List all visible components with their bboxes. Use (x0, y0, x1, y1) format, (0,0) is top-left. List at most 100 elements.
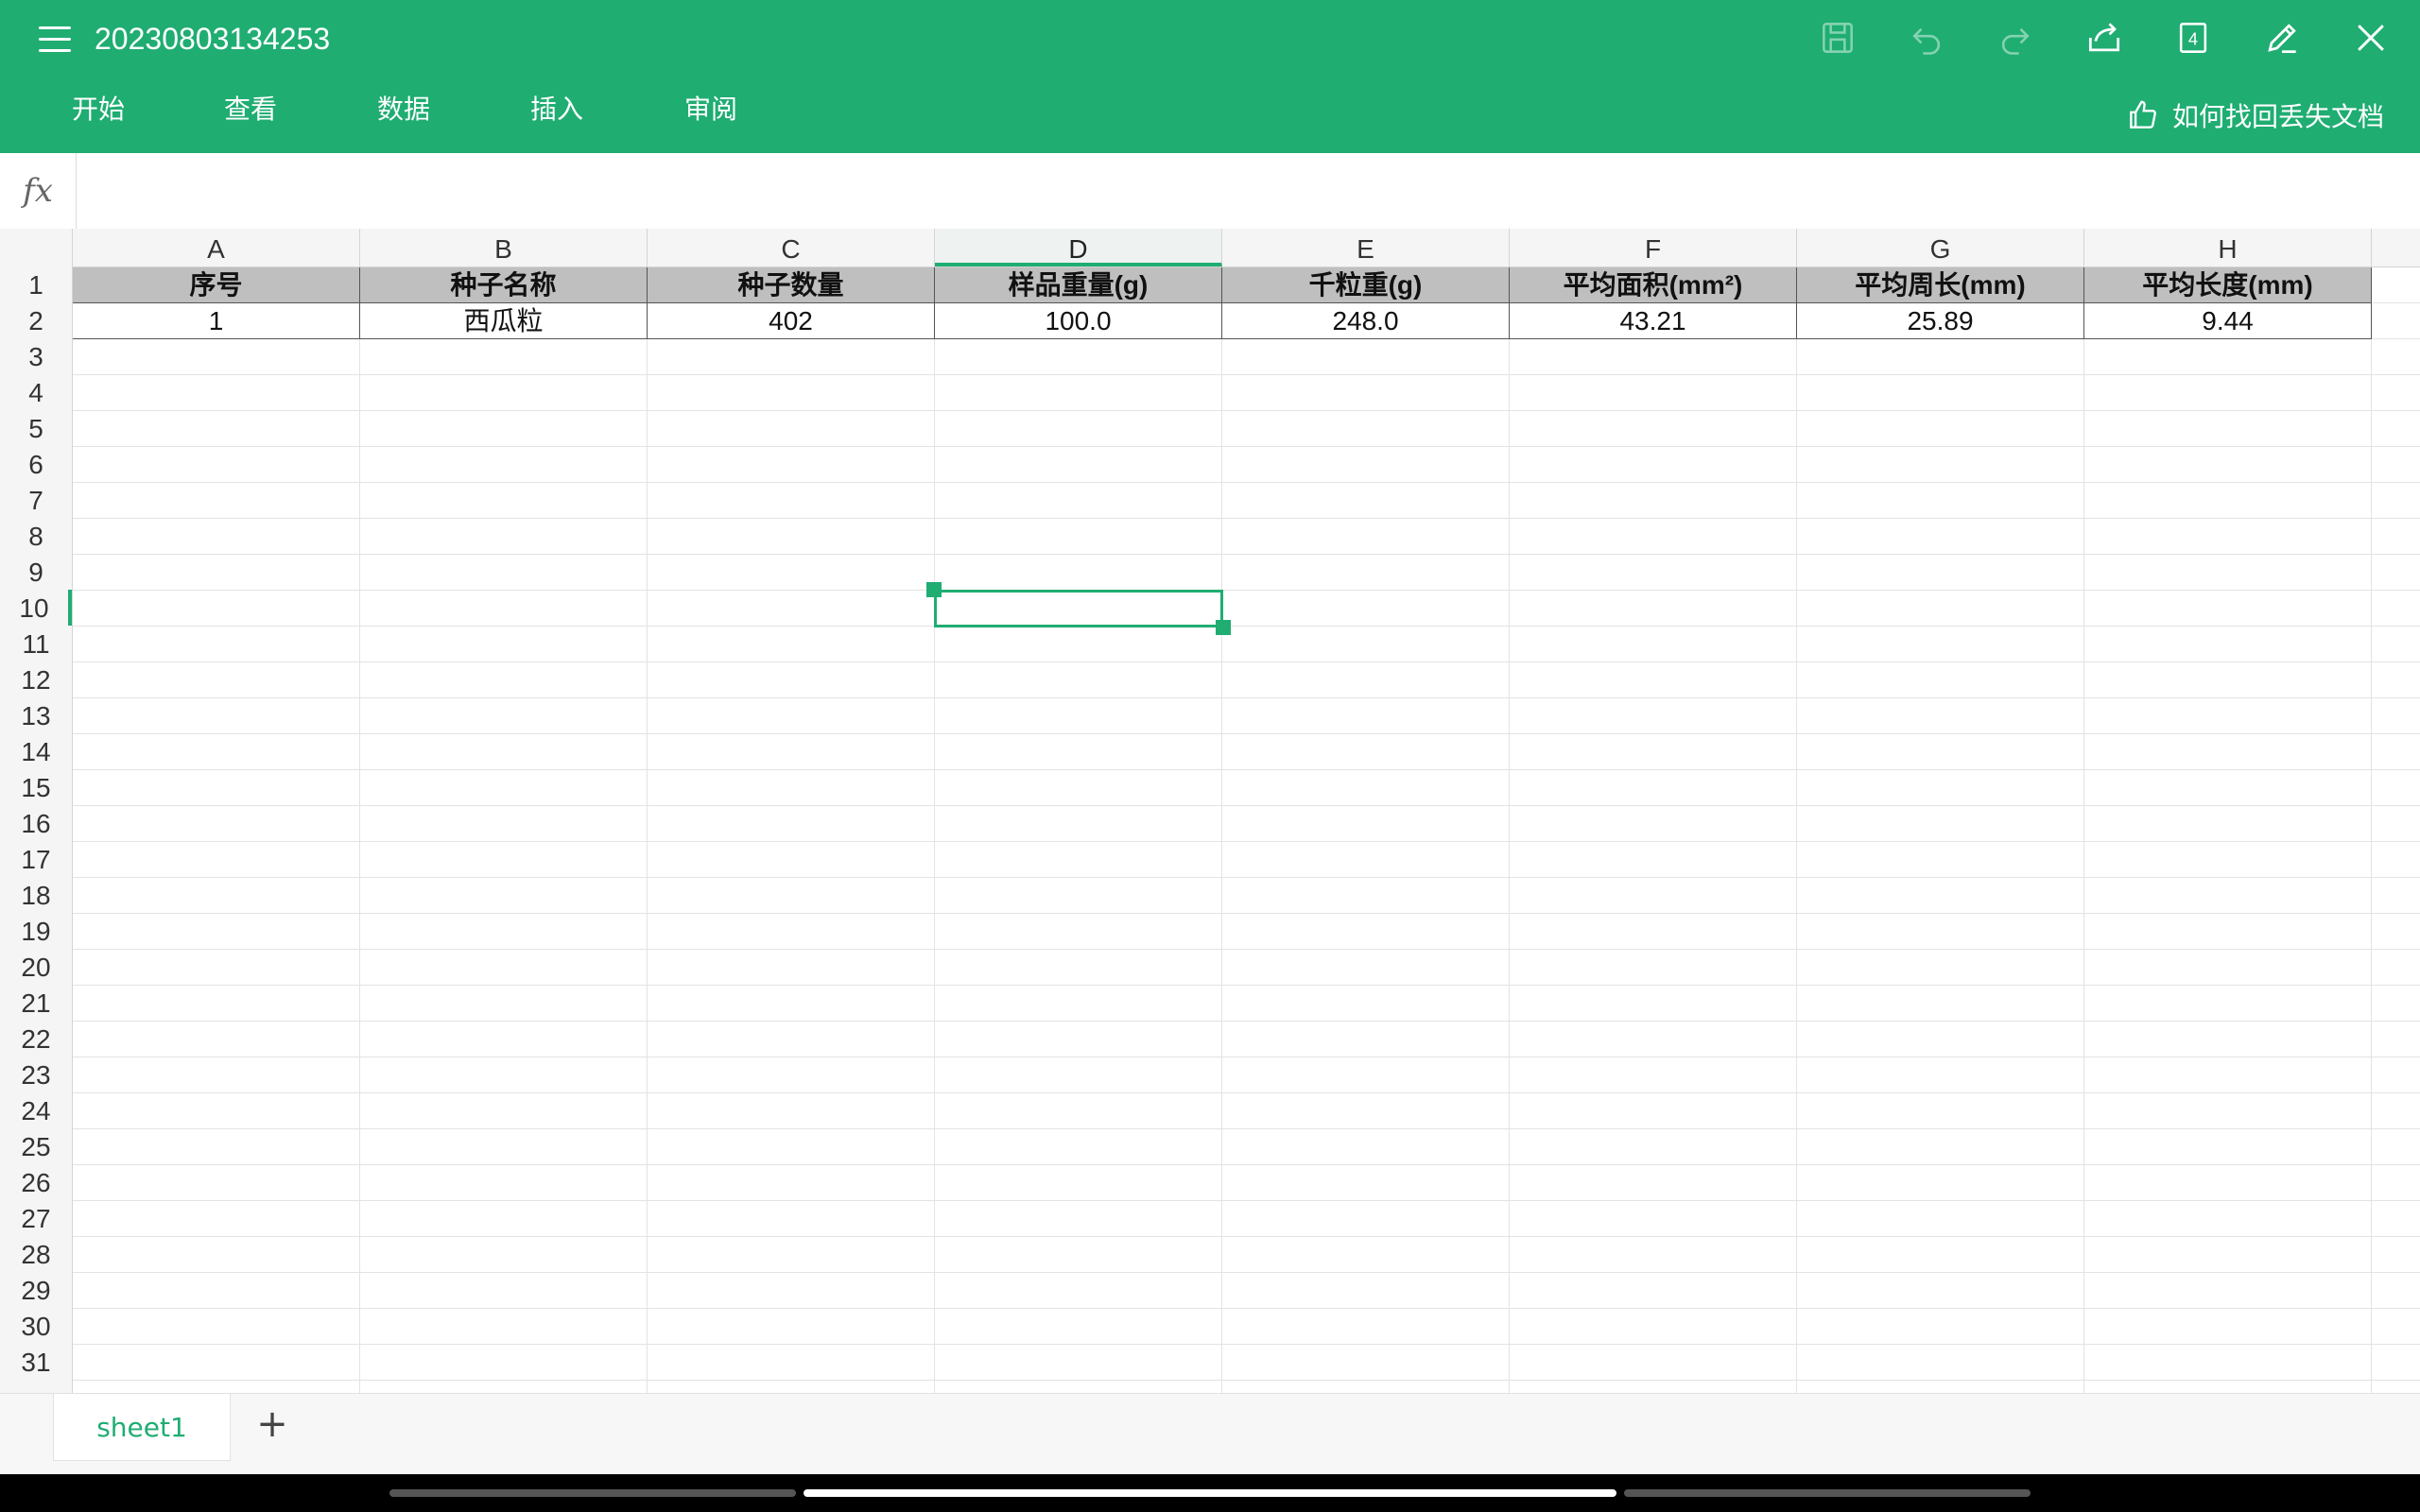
row-header-10[interactable]: 10 (0, 590, 72, 626)
cell-c1[interactable]: 种子数量 (648, 267, 935, 303)
row-header-8[interactable]: 8 (0, 518, 72, 554)
cell-a2[interactable]: 1 (73, 303, 360, 339)
cell-grid[interactable]: 序号 种子名称 种子数量 样品重量(g) 千粒重(g) 平均面积(mm²) 平均… (73, 267, 2420, 1393)
row-gridline (73, 590, 2420, 591)
row-header-7[interactable]: 7 (0, 482, 72, 518)
row-header-22[interactable]: 22 (0, 1021, 72, 1057)
row-gridline (73, 1092, 2420, 1093)
cell-d2[interactable]: 100.0 (935, 303, 1222, 339)
row-header-12[interactable]: 12 (0, 662, 72, 697)
column-header-c[interactable]: C (648, 229, 935, 266)
cell-b2[interactable]: 西瓜粒 (360, 303, 648, 339)
row-header-1[interactable]: 1 (0, 266, 72, 302)
cell-f1[interactable]: 平均面积(mm²) (1510, 267, 1797, 303)
row-header-17[interactable]: 17 (0, 841, 72, 877)
sheet-tab-sheet1[interactable]: sheet1 (53, 1394, 231, 1461)
row-headers: 1 2 3 4 5 6 7 8 9 10 11 12 13 14 15 16 17 18 19 20 21 22 23 24 2… (0, 266, 73, 1393)
column-header-a[interactable]: A (73, 229, 360, 266)
row-gridline (73, 985, 2420, 986)
row-header-16[interactable]: 16 (0, 805, 72, 841)
tab-start[interactable]: 开始 (72, 91, 125, 129)
column-headers: A B C D E F G H (0, 229, 2420, 267)
undo-icon[interactable] (1904, 15, 1949, 60)
row-header-23[interactable]: 23 (0, 1057, 72, 1092)
cell-f2[interactable]: 43.21 (1510, 303, 1797, 339)
nav-segment-right (1624, 1489, 2031, 1497)
column-header-e[interactable]: E (1222, 229, 1510, 266)
cell-g2[interactable]: 25.89 (1797, 303, 2084, 339)
cell-g1[interactable]: 平均周长(mm) (1797, 267, 2084, 303)
column-gridline (1221, 267, 1222, 1393)
tab-review[interactable]: 审阅 (684, 91, 737, 129)
column-gridline (647, 267, 648, 1393)
row-header-26[interactable]: 26 (0, 1164, 72, 1200)
row-header-13[interactable]: 13 (0, 697, 72, 733)
row-gridline (73, 733, 2420, 734)
fx-label: fx (0, 153, 77, 229)
home-indicator[interactable] (804, 1489, 1616, 1497)
row-header-2[interactable]: 2 (0, 302, 72, 338)
selection-end-handle[interactable] (1216, 620, 1231, 635)
row-header-29[interactable]: 29 (0, 1272, 72, 1308)
cell-e1[interactable]: 千粒重(g) (1222, 267, 1510, 303)
row-header-11[interactable]: 11 (0, 626, 72, 662)
row-header-4[interactable]: 4 (0, 374, 72, 410)
row-header-6[interactable]: 6 (0, 446, 72, 482)
row-header-20[interactable]: 20 (0, 949, 72, 985)
select-all-corner[interactable] (0, 229, 73, 266)
window-count-icon[interactable]: 4 (2170, 15, 2216, 60)
row-gridline (73, 1308, 2420, 1309)
row-header-31[interactable]: 31 (0, 1344, 72, 1380)
nav-segment-left (389, 1489, 796, 1497)
column-header-d[interactable]: D (935, 229, 1222, 266)
row-header-30[interactable]: 30 (0, 1308, 72, 1344)
row-header-15[interactable]: 15 (0, 769, 72, 805)
tab-data[interactable]: 数据 (377, 91, 430, 129)
recover-docs-link[interactable]: 如何找回丢失文档 (2125, 94, 2384, 136)
selected-cell-d10[interactable] (934, 590, 1223, 627)
column-header-f[interactable]: F (1510, 229, 1797, 266)
tab-insert[interactable]: 插入 (530, 91, 583, 129)
row-header-21[interactable]: 21 (0, 985, 72, 1021)
row-header-24[interactable]: 24 (0, 1092, 72, 1128)
row-header-9[interactable]: 9 (0, 554, 72, 590)
row-header-5[interactable]: 5 (0, 410, 72, 446)
edit-icon[interactable] (2259, 15, 2305, 60)
cell-e2[interactable]: 248.0 (1222, 303, 1510, 339)
row-gridline (73, 769, 2420, 770)
cell-h2[interactable]: 9.44 (2084, 303, 2372, 339)
row-gridline (73, 913, 2420, 914)
spreadsheet-grid: A B C D E F G H 1 2 3 4 5 6 7 8 9 10 11 12 13 14 15 16 1… (0, 229, 2420, 1393)
row-gridline (73, 1021, 2420, 1022)
selection-start-handle[interactable] (926, 582, 942, 597)
row-gridline (73, 554, 2420, 555)
column-header-g[interactable]: G (1797, 229, 2084, 266)
column-header-b[interactable]: B (360, 229, 648, 266)
row-gridline (73, 841, 2420, 842)
row-gridline (73, 518, 2420, 519)
cell-c2[interactable]: 402 (648, 303, 935, 339)
row-header-3[interactable]: 3 (0, 338, 72, 374)
cell-h1[interactable]: 平均长度(mm) (2084, 267, 2372, 303)
row-header-25[interactable]: 25 (0, 1128, 72, 1164)
row-gridline (73, 1164, 2420, 1165)
row-header-14[interactable]: 14 (0, 733, 72, 769)
cell-d1[interactable]: 样品重量(g) (935, 267, 1222, 303)
tab-view[interactable]: 查看 (224, 91, 277, 129)
formula-input[interactable] (77, 153, 2420, 229)
column-header-h[interactable]: H (2084, 229, 2372, 266)
row-header-18[interactable]: 18 (0, 877, 72, 913)
cell-b1[interactable]: 种子名称 (360, 267, 648, 303)
share-icon[interactable] (2082, 15, 2127, 60)
menu-icon[interactable] (36, 21, 74, 59)
redo-icon[interactable] (1993, 15, 2038, 60)
row-header-28[interactable]: 28 (0, 1236, 72, 1272)
row-header-27[interactable]: 27 (0, 1200, 72, 1236)
row-gridline (73, 446, 2420, 447)
close-icon[interactable] (2348, 15, 2394, 60)
sheet-tabs-bar: sheet1 + (0, 1393, 2420, 1475)
cell-a1[interactable]: 序号 (73, 267, 360, 303)
add-sheet-button[interactable]: + (251, 1402, 293, 1446)
row-header-19[interactable]: 19 (0, 913, 72, 949)
save-icon[interactable] (1815, 15, 1860, 60)
